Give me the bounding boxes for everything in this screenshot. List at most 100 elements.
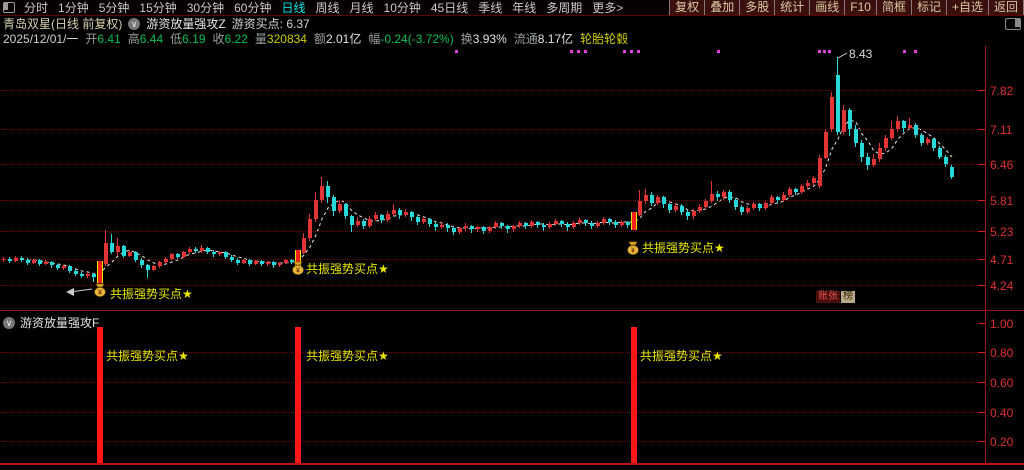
candle-body: [374, 215, 378, 219]
candle-body: [206, 248, 210, 252]
period-tab[interactable]: 30分钟: [187, 0, 224, 16]
candle-body: [320, 186, 324, 200]
money-bag-icon: ¥: [626, 241, 640, 255]
period-toolbar: 分时 1分钟 5分钟 15分钟 30分钟 60分钟 日线 周线 月线 10分钟 45日线 季线 年线 多周…: [0, 0, 1024, 16]
period-tab[interactable]: 1分钟: [58, 0, 89, 16]
indicator-axis-label: 0.80: [990, 346, 1014, 360]
period-tab[interactable]: 周线: [315, 0, 339, 16]
subchart-indicator-name[interactable]: 游资放量强攻F: [20, 314, 99, 331]
candle-body: [368, 219, 372, 226]
period-tab[interactable]: 年线: [512, 0, 536, 16]
toolbar-button[interactable]: 简框: [875, 0, 911, 15]
candle-body: [584, 220, 588, 223]
panel-layout-icon[interactable]: [1005, 17, 1021, 30]
candle-body: [926, 139, 930, 143]
period-tab[interactable]: 月线: [350, 0, 374, 16]
candle-body: [638, 201, 642, 215]
candle-body: [362, 221, 366, 226]
period-tab[interactable]: 45日线: [431, 0, 468, 16]
candle-body: [644, 195, 648, 201]
toolbar-button[interactable]: 统计: [774, 0, 810, 15]
candle-body: [530, 222, 534, 226]
period-tab[interactable]: 多周期: [546, 0, 582, 16]
candle-body: [248, 260, 252, 264]
indicator-axis-label: 1.00: [990, 317, 1014, 331]
candle-body: [404, 212, 408, 215]
svg-text:¥: ¥: [631, 248, 635, 255]
candle-body: [932, 139, 936, 148]
candle-body: [626, 222, 630, 225]
candle-body: [260, 261, 264, 264]
indicator-subchart[interactable]: ∨ 游资放量强攻F 1.00 0.80 0.60 0.40 0.20 共振强势买点★ 共振强…: [0, 310, 1024, 464]
event-badge[interactable]: 账张: [816, 291, 840, 303]
candle-body: [506, 226, 510, 229]
period-tab[interactable]: 5分钟: [99, 0, 130, 16]
candle-body: [392, 210, 396, 214]
toolbar-button[interactable]: 返回: [987, 0, 1024, 15]
candle-body: [836, 75, 840, 132]
candle-body: [386, 214, 390, 220]
indicator-axis-tick: [978, 412, 985, 413]
candlestick-chart[interactable]: 8.43 7.82 7.11 6.46 5.81 5.23 4.71 4.24 ¥ ¥ ¥ 共振强势…: [0, 46, 1024, 310]
signal-bar: [97, 327, 103, 464]
layout-icon[interactable]: [3, 2, 15, 13]
candle-body: [128, 252, 132, 256]
candle-body: [674, 206, 678, 210]
toolbar-button[interactable]: 标记: [910, 0, 946, 15]
period-tab[interactable]: 日线: [281, 0, 305, 16]
toolbar-button[interactable]: 复权: [669, 0, 705, 15]
candle-body: [428, 219, 432, 224]
candle-body: [704, 201, 708, 207]
toolbar-button[interactable]: F10: [844, 0, 876, 15]
quote-date: 2025/12/01/一: [3, 32, 79, 46]
event-mark-dot: [570, 50, 573, 53]
candle-body: [332, 197, 336, 211]
quote-field: 高6.44: [127, 32, 164, 46]
event-badge[interactable]: 榜: [841, 291, 855, 303]
candle-body: [212, 252, 216, 254]
indicator-gridline: [0, 441, 984, 442]
candle-body: [668, 204, 672, 210]
quote-fields: 开6.41 高6.44 低6.19 收6.22 量320834 额2.01亿 幅-0.24(…: [85, 30, 573, 47]
candle-body: [830, 97, 834, 129]
candle-body: [842, 110, 846, 132]
candle-body: [464, 226, 468, 228]
period-tab[interactable]: 季线: [478, 0, 502, 16]
candle-body: [8, 259, 12, 261]
candle-body: [452, 228, 456, 232]
period-tab[interactable]: 10分钟: [384, 0, 421, 16]
period-tabs: 分时 1分钟 5分钟 15分钟 30分钟 60分钟 日线 周线 月线 10分钟 45日线 季线 年线 多周…: [19, 0, 628, 16]
candle-body: [890, 129, 894, 138]
candle-body: [596, 223, 600, 226]
period-tab[interactable]: 15分钟: [139, 0, 176, 16]
candle-body: [914, 125, 918, 135]
toolbar-button[interactable]: 多股: [739, 0, 775, 15]
candle-body: [560, 221, 564, 224]
price-gridline: [0, 164, 984, 165]
toolbar-button[interactable]: 画线: [809, 0, 845, 15]
price-gridline: [0, 231, 984, 232]
candle-body: [176, 254, 180, 257]
chevron-down-icon[interactable]: ∨: [128, 17, 141, 30]
candle-body: [764, 203, 768, 208]
candle-body: [170, 254, 174, 259]
period-tab[interactable]: 60分钟: [234, 0, 271, 16]
candle-body: [728, 192, 732, 200]
sector-label[interactable]: 轮胎轮毂: [580, 30, 628, 47]
candle-body: [920, 135, 924, 143]
event-mark-dot: [903, 50, 906, 53]
period-tab[interactable]: 更多>: [592, 0, 623, 16]
candle-body: [14, 258, 18, 261]
period-tab[interactable]: 分时: [24, 0, 48, 16]
candle-body: [578, 220, 582, 223]
candle-body: [344, 204, 348, 216]
toolbar-button[interactable]: +自选: [945, 0, 988, 15]
toolbar-button[interactable]: 叠加: [704, 0, 740, 15]
candle-body: [284, 260, 288, 263]
candle-body: [554, 221, 558, 224]
quote-field: 换3.93%: [460, 32, 507, 46]
chevron-down-icon[interactable]: ∨: [3, 316, 15, 329]
candle-body: [866, 157, 870, 165]
candle-body: [26, 260, 30, 263]
candle-body: [380, 215, 384, 220]
